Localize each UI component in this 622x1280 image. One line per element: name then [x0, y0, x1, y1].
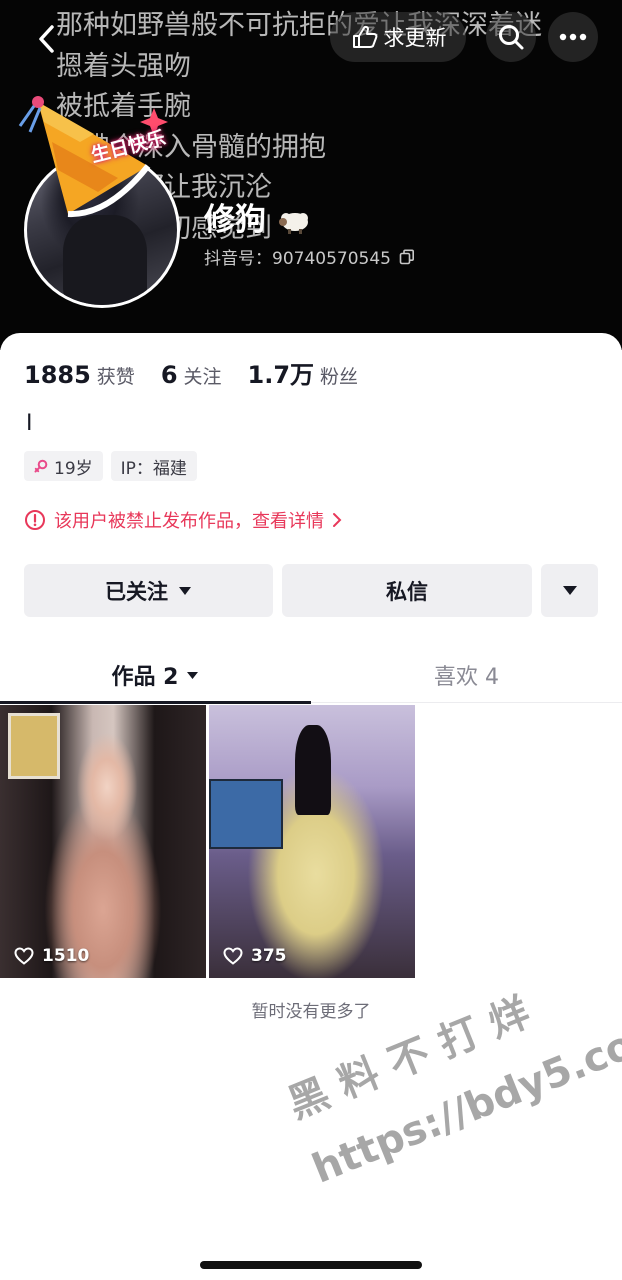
thumb-pointer-icon [352, 25, 377, 48]
douyin-id: 抖音号：90740570545 [204, 244, 415, 269]
video-thumbnail[interactable]: 375 [209, 705, 415, 978]
video-like-count: 375 [223, 946, 287, 966]
alert-circle-icon [25, 510, 45, 530]
search-button[interactable] [486, 12, 536, 62]
video-thumbnail[interactable]: 1510 [0, 705, 206, 978]
tab-likes[interactable]: 喜欢 4 [311, 647, 622, 703]
more-options-button[interactable] [548, 12, 598, 62]
profile-tags: 19岁 IP：福建 [24, 451, 197, 481]
request-update-label: 求更新 [383, 26, 447, 50]
lyric-line: 那种如野兽般不可抗拒的爱让我深深着迷 [56, 10, 542, 41]
tab-works-label: 作品 2 [111, 665, 179, 690]
ip-text: IP：福建 [120, 458, 187, 479]
profile-header: 那种如野兽般不可抗拒的爱让我深深着迷 摁着头强吻 被抵着手腕 仿佛个深入骨髓的拥… [0, 0, 622, 350]
sheep-icon [278, 212, 308, 234]
ban-notice-text: 该用户被禁止发布作品，查看详情 [54, 511, 324, 532]
profile-card: 1885 获赞 6 关注 1.7万 粉丝 I 19岁 IP：福建 该用户被禁止发… [0, 333, 622, 1280]
tab-works[interactable]: 作品 2 [0, 647, 311, 704]
message-button[interactable]: 私信 [282, 564, 532, 617]
stat-following[interactable]: 6 关注 [161, 361, 222, 389]
home-indicator[interactable] [200, 1261, 422, 1269]
more-dots-icon [559, 33, 587, 41]
stat-following-number: 6 [160, 361, 178, 389]
active-tab-indicator [0, 701, 311, 704]
lyric-line: 摁着头强吻 [56, 50, 191, 82]
heart-icon [223, 947, 243, 965]
recommend-dropdown-button[interactable] [541, 564, 598, 617]
stat-followers[interactable]: 1.7万 粉丝 [248, 355, 359, 390]
caret-down-icon [179, 586, 191, 595]
age-text: 19岁 [54, 458, 93, 479]
video-grid: 1510 375 [0, 705, 415, 978]
stat-followers-number: 1.7万 [247, 361, 315, 389]
message-button-label: 私信 [386, 579, 428, 604]
caret-down-icon [187, 671, 199, 679]
chevron-right-icon [333, 513, 342, 527]
ip-tag: IP：福建 [110, 451, 197, 481]
profile-stats: 1885 获赞 6 关注 1.7万 粉丝 [24, 355, 384, 390]
video-like-number: 1510 [42, 946, 90, 966]
tab-likes-label: 喜欢 4 [434, 665, 499, 690]
profile-nickname: 修狗 [204, 194, 311, 239]
following-button-label: 已关注 [105, 579, 168, 604]
stat-likes-number: 1885 [24, 361, 91, 389]
age-tag: 19岁 [24, 451, 103, 481]
content-tabs: 作品 2 喜欢 4 [0, 647, 622, 704]
nickname-text: 修狗 [204, 202, 266, 238]
profile-actions: 已关注 私信 [24, 564, 598, 617]
profile-bio: I [26, 411, 33, 436]
stat-likes[interactable]: 1885 获赞 [24, 361, 135, 389]
chevron-left-icon [39, 25, 54, 53]
stat-followers-label: 粉丝 [320, 366, 359, 388]
female-icon [34, 459, 48, 473]
request-update-button[interactable]: 求更新 [330, 12, 466, 62]
heart-icon [14, 947, 34, 965]
stat-following-label: 关注 [183, 366, 222, 388]
search-icon [499, 25, 524, 50]
copy-icon[interactable] [399, 249, 415, 265]
caret-down-icon [562, 586, 577, 595]
video-like-number: 375 [251, 946, 287, 966]
following-button[interactable]: 已关注 [24, 564, 273, 617]
ban-notice-link[interactable]: 该用户被禁止发布作品，查看详情 [24, 507, 342, 533]
douyin-id-text: 抖音号：90740570545 [204, 249, 391, 269]
back-button[interactable] [22, 14, 72, 64]
video-like-count: 1510 [14, 946, 89, 966]
stat-likes-label: 获赞 [96, 366, 135, 388]
